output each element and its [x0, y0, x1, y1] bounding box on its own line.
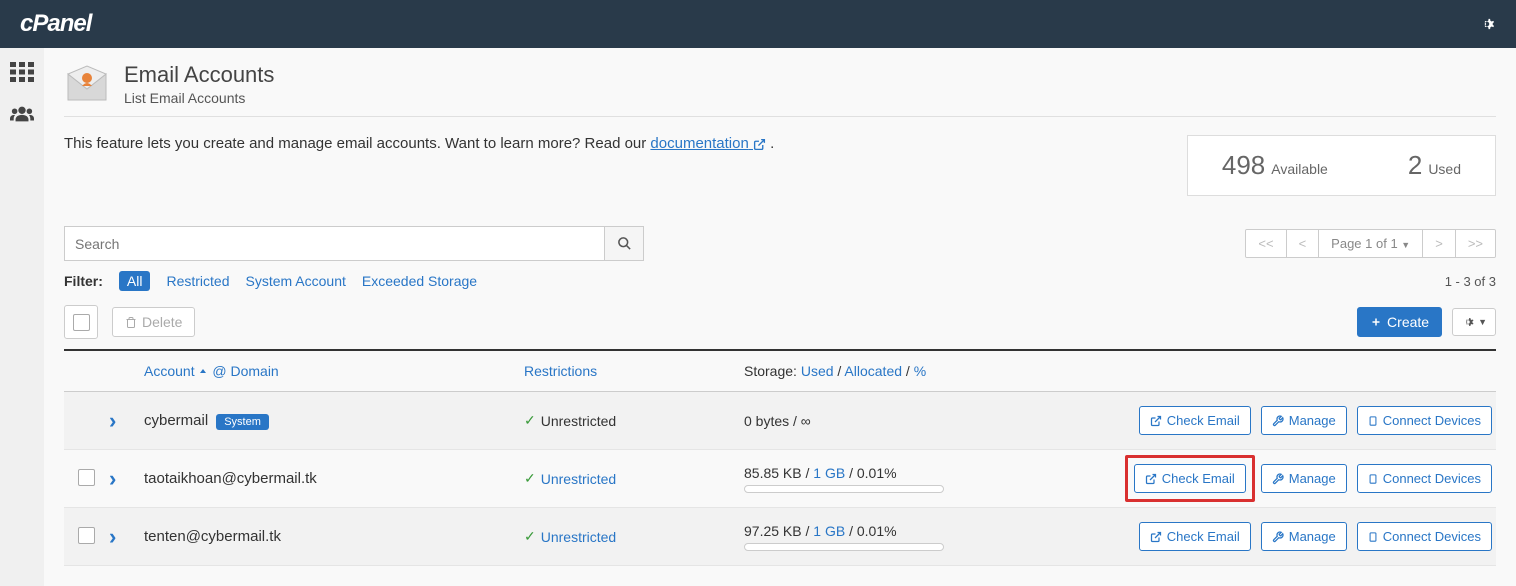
- storage-allocated-link[interactable]: 1 GB: [813, 523, 845, 539]
- check-email-button[interactable]: Check Email: [1139, 522, 1251, 551]
- col-percent[interactable]: %: [914, 363, 926, 379]
- filters: Filter: All Restricted System Account Ex…: [64, 271, 477, 291]
- header-settings-icon[interactable]: [1478, 15, 1496, 33]
- pager-next[interactable]: >: [1423, 230, 1456, 257]
- col-domain-sort[interactable]: @ Domain: [212, 363, 278, 379]
- email-icon: [64, 64, 110, 104]
- filter-restricted[interactable]: Restricted: [166, 273, 229, 289]
- col-used[interactable]: Used: [801, 363, 834, 379]
- external-link-icon: [1145, 473, 1157, 485]
- table-row: › tenten@cybermail.tk ✓ Unrestricted97.25 …: [64, 508, 1496, 566]
- create-button[interactable]: Create: [1357, 307, 1442, 337]
- col-restrictions[interactable]: Restrictions: [524, 363, 597, 379]
- pager-page[interactable]: Page 1 of 1 ▼: [1319, 230, 1423, 257]
- gear-icon: [1461, 315, 1475, 329]
- manage-button[interactable]: Manage: [1261, 406, 1347, 435]
- available-count: 498: [1222, 150, 1265, 181]
- table-row: › taotaikhoan@cybermail.tk ✓ Unrestricted8…: [64, 450, 1496, 508]
- storage-value: 85.85 KB / 1 GB / 0.01%: [744, 465, 1024, 481]
- account-name: cybermail: [144, 412, 208, 429]
- search-button[interactable]: [604, 226, 644, 261]
- intro-prefix: This feature lets you create and manage …: [64, 135, 650, 152]
- check-icon: ✓: [524, 412, 536, 429]
- cpanel-logo: cPanel: [20, 10, 91, 38]
- restriction-value[interactable]: ✓ Unrestricted: [524, 470, 744, 487]
- plus-icon: [1370, 316, 1382, 328]
- filter-exceeded[interactable]: Exceeded Storage: [362, 273, 477, 289]
- search-icon: [617, 236, 632, 251]
- wrench-icon: [1272, 473, 1284, 485]
- search-wrap: [64, 226, 644, 261]
- chevron-right-icon[interactable]: ›: [109, 466, 116, 491]
- account-name: tenten@cybermail.tk: [144, 528, 281, 545]
- search-input[interactable]: [64, 226, 604, 261]
- grid-icon[interactable]: [10, 60, 34, 84]
- page-subtitle: List Email Accounts: [124, 90, 274, 106]
- highlighted-check-email: Check Email: [1125, 455, 1255, 502]
- page-title: Email Accounts: [124, 62, 274, 88]
- phone-icon: [1368, 414, 1378, 428]
- main-content: Email Accounts List Email Accounts This …: [44, 48, 1516, 586]
- top-header: cPanel: [0, 0, 1516, 48]
- filter-all[interactable]: All: [119, 271, 151, 291]
- intro-suffix: .: [766, 135, 774, 152]
- connect-devices-button[interactable]: Connect Devices: [1357, 406, 1492, 435]
- restriction-value: ✓ Unrestricted: [524, 412, 744, 429]
- connect-devices-button[interactable]: Connect Devices: [1357, 522, 1492, 551]
- documentation-link[interactable]: documentation: [650, 135, 766, 152]
- used-label: Used: [1428, 161, 1461, 177]
- table-row: › cybermail System ✓ Unrestricted0 bytes / …: [64, 392, 1496, 450]
- intro-text: This feature lets you create and manage …: [64, 135, 774, 152]
- storage-allocated-link[interactable]: 1 GB: [813, 465, 845, 481]
- pager-first[interactable]: <<: [1246, 230, 1286, 257]
- check-icon: ✓: [524, 528, 536, 545]
- table-settings-button[interactable]: ▼: [1452, 308, 1496, 336]
- col-storage-label: Storage:: [744, 363, 801, 379]
- select-all-checkbox[interactable]: [73, 314, 90, 331]
- email-table: Account @ Domain Restrictions Storage: U…: [64, 349, 1496, 566]
- check-icon: ✓: [524, 470, 536, 487]
- select-all-wrap: [64, 305, 98, 339]
- pager-prev[interactable]: <: [1287, 230, 1320, 257]
- wrench-icon: [1272, 531, 1284, 543]
- left-sidebar: [0, 48, 44, 586]
- connect-devices-button[interactable]: Connect Devices: [1357, 464, 1492, 493]
- table-header: Account @ Domain Restrictions Storage: U…: [64, 349, 1496, 392]
- phone-icon: [1368, 472, 1378, 486]
- manage-button[interactable]: Manage: [1261, 464, 1347, 493]
- pager-last[interactable]: >>: [1456, 230, 1495, 257]
- trash-icon: [125, 316, 137, 329]
- restriction-value[interactable]: ✓ Unrestricted: [524, 528, 744, 545]
- available-label: Available: [1271, 161, 1328, 177]
- storage-value: 0 bytes / ∞: [744, 413, 1024, 429]
- system-badge: System: [216, 414, 269, 430]
- manage-button[interactable]: Manage: [1261, 522, 1347, 551]
- external-link-icon: [1150, 415, 1162, 427]
- external-link-icon: [1150, 531, 1162, 543]
- wrench-icon: [1272, 415, 1284, 427]
- col-allocated[interactable]: Allocated: [844, 363, 902, 379]
- row-checkbox[interactable]: [78, 469, 95, 486]
- pager: << < Page 1 of 1 ▼ > >>: [1245, 229, 1496, 258]
- check-email-button[interactable]: Check Email: [1139, 406, 1251, 435]
- account-name: taotaikhoan@cybermail.tk: [144, 470, 317, 487]
- result-count: 1 - 3 of 3: [1445, 274, 1496, 289]
- page-header: Email Accounts List Email Accounts: [64, 48, 1496, 117]
- chevron-right-icon[interactable]: ›: [109, 408, 116, 433]
- row-checkbox[interactable]: [78, 527, 95, 544]
- stats-box: 498 Available 2 Used: [1187, 135, 1496, 196]
- check-email-button[interactable]: Check Email: [1134, 464, 1246, 493]
- filter-system[interactable]: System Account: [245, 273, 345, 289]
- users-icon[interactable]: [10, 102, 34, 126]
- delete-button[interactable]: Delete: [112, 307, 195, 337]
- storage-value: 97.25 KB / 1 GB / 0.01%: [744, 523, 1024, 539]
- phone-icon: [1368, 530, 1378, 544]
- storage-progress: [744, 485, 944, 493]
- chevron-right-icon[interactable]: ›: [109, 524, 116, 549]
- storage-progress: [744, 543, 944, 551]
- used-count: 2: [1408, 150, 1422, 181]
- filter-label: Filter:: [64, 273, 103, 289]
- col-account-sort[interactable]: Account: [144, 363, 208, 379]
